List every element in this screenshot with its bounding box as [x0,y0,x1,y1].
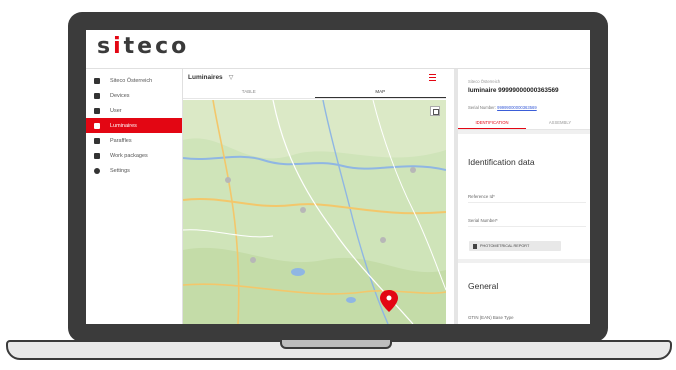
device-tree-icon [94,92,100,99]
tab-assembly[interactable]: ASSEMBLY [526,116,590,129]
building-icon [94,77,100,84]
serial-number-field[interactable] [468,226,586,227]
app-screen: siteco Siteco Österreich Devices User Lu… [86,30,590,324]
tab-map[interactable]: MAP [314,86,446,98]
sidebar-item-luminaires[interactable]: Luminaires [86,118,182,133]
sidebar-item-user[interactable]: User [86,103,182,118]
grid-icon [94,137,100,144]
sidebar-item-siteco-osterreich[interactable]: Siteco Österreich [86,73,182,88]
tab-table[interactable]: TABLE [183,86,315,98]
luminaires-panel: Luminaires ▽ TABLE MAP [183,69,446,324]
sidebar-item-label: Work packages [110,152,148,159]
section-divider [458,130,590,134]
map-canvas [183,100,446,324]
luminaire-detail-panel: Siteco Österreich luminaire 999990000003… [454,69,590,324]
sidebar-item-paraffles[interactable]: Paraffles [86,133,182,148]
section-title-identification: Identification data [468,157,535,167]
sidebar-item-label: User [110,107,122,114]
serial-number-label: Serial Number: [468,105,496,110]
fullscreen-icon[interactable] [430,106,440,116]
sidebar-item-label: Siteco Österreich [110,77,153,84]
sidebar-item-work-packages[interactable]: Work packages [86,148,182,163]
section-divider [458,259,590,263]
sidebar-item-label: Paraffles [110,137,132,144]
gear-icon [94,167,100,174]
section-title-general: General [468,281,499,291]
reference-id-label: Reference Id* [468,194,495,199]
photometrical-report-button[interactable]: PHOTOMETRICAL REPORT [469,241,561,251]
photometrical-report-label: PHOTOMETRICAL REPORT [480,244,530,248]
map-view[interactable] [183,100,446,324]
breadcrumb[interactable]: Siteco Österreich [468,79,500,84]
serial-number: Serial Number: 99999000000363569 [468,105,537,110]
sidebar: Siteco Österreich Devices User Luminaire… [86,69,183,324]
sidebar-item-label: Settings [110,167,130,174]
panel-title: Luminaires [188,74,223,81]
sidebar-item-label: Luminaires [110,122,137,129]
detail-tabs: IDENTIFICATION ASSEMBLY [458,116,590,130]
laptop-notch [280,340,392,349]
menu-icon[interactable] [429,74,436,81]
sidebar-item-label: Devices [110,92,130,99]
panel-header: Luminaires ▽ [183,69,446,86]
reference-id-field[interactable] [468,202,586,203]
serial-number-field-label: Serial Number* [468,218,498,223]
tab-identification[interactable]: IDENTIFICATION [458,116,526,129]
users-icon [94,107,100,114]
filter-icon[interactable]: ▽ [229,74,234,81]
gtin-label: GTIN (EAN) Base Type [468,315,514,320]
sidebar-item-devices[interactable]: Devices [86,88,182,103]
page-title: luminaire 99999000000363569 [468,87,559,94]
logo-accent-letter: i [113,34,124,59]
briefcase-icon [94,152,100,159]
sidebar-item-settings[interactable]: Settings [86,163,182,178]
document-icon [473,243,477,249]
bulb-icon [94,122,100,129]
serial-number-link[interactable]: 99999000000363569 [497,105,537,110]
siteco-logo: siteco [97,34,190,59]
view-tabs: TABLE MAP [183,86,446,99]
